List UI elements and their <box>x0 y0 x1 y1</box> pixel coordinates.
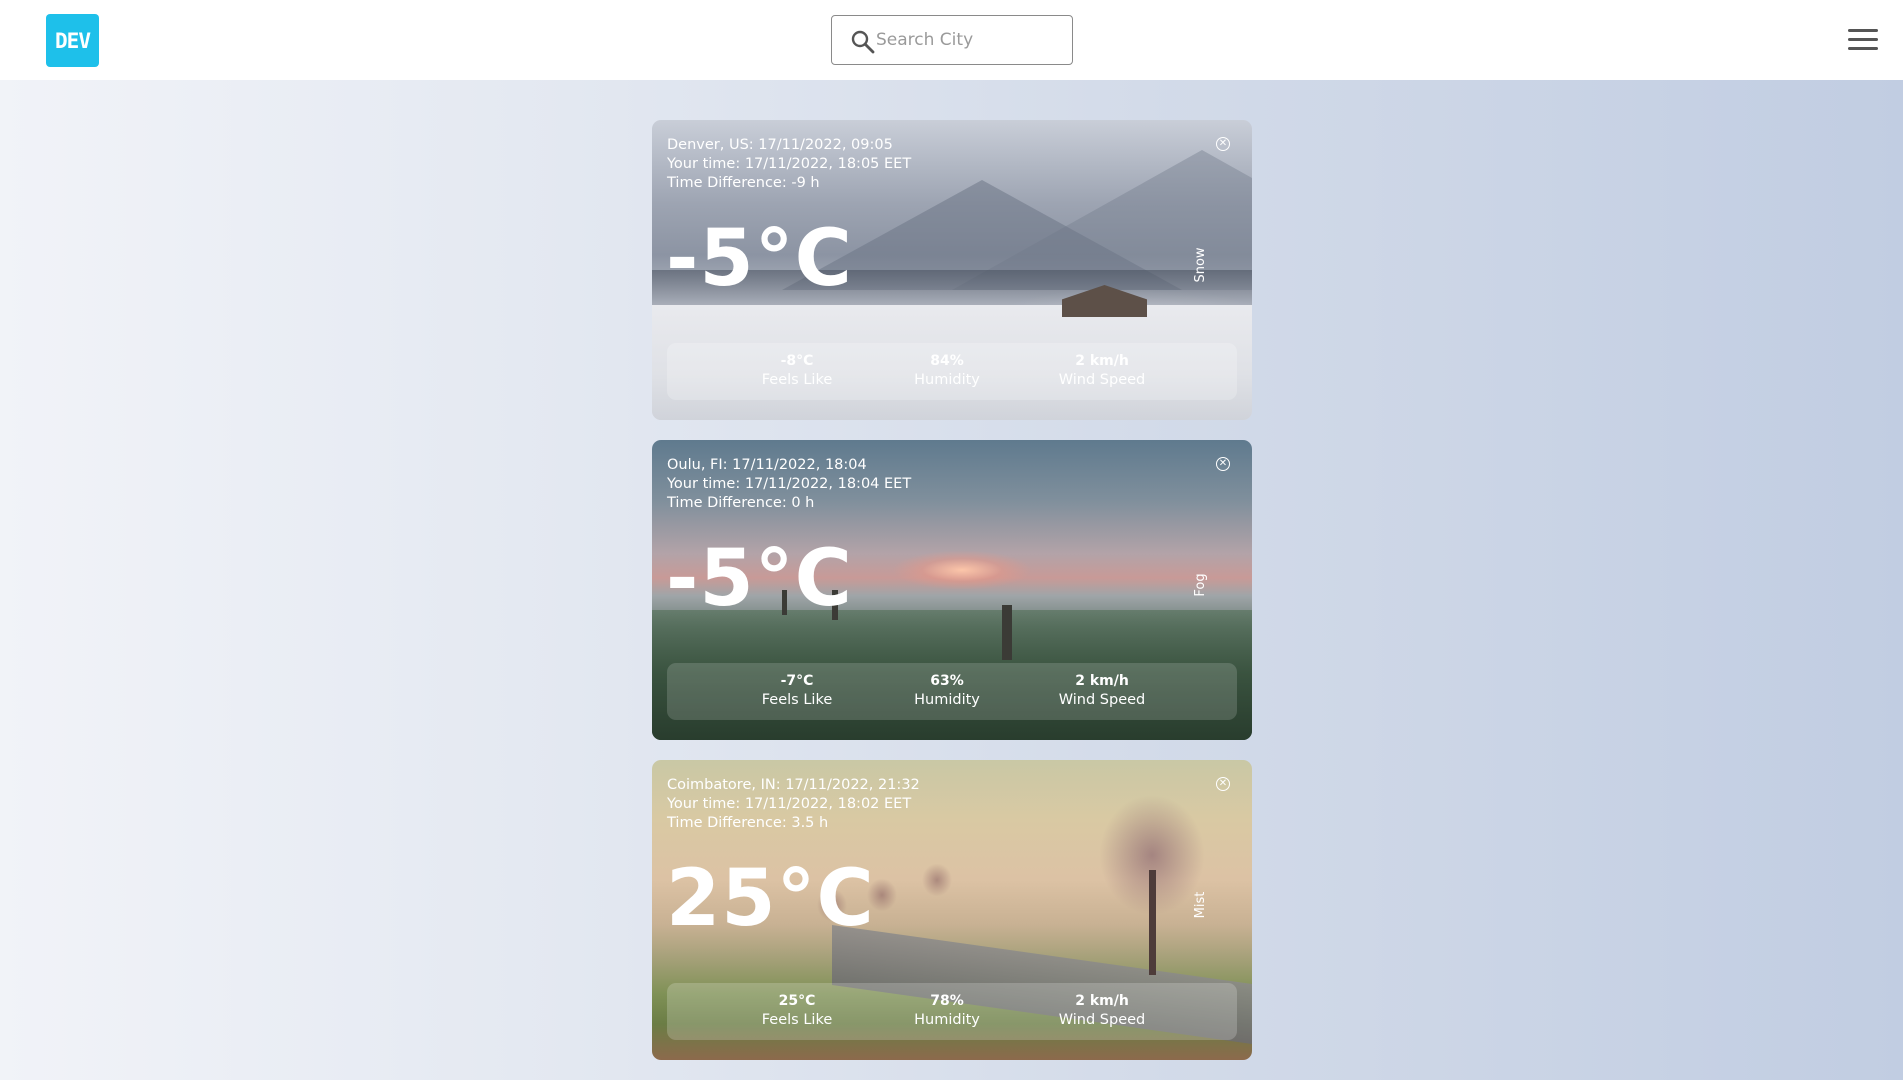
weather-stats-panel: -7°C Feels Like 63% Humidity 2 km/h Wind… <box>667 663 1237 720</box>
weather-condition-label: Mist <box>1193 891 1208 919</box>
feels-like-value: -7°C <box>780 673 814 689</box>
search-city-box[interactable] <box>831 15 1073 65</box>
dev-logo[interactable]: DEV <box>46 14 99 67</box>
wind-speed-stat: 2 km/h Wind Speed <box>1037 992 1167 1030</box>
location-time-info: Oulu, FI: 17/11/2022, 18:04 Your time: 1… <box>667 456 911 513</box>
wind-speed-value: 2 km/h <box>1075 993 1129 1009</box>
feels-like-stat: -8°C Feels Like <box>732 352 862 390</box>
search-city-input[interactable] <box>876 26 1066 54</box>
time-difference: Time Difference: -9 h <box>667 175 820 191</box>
your-time: Your time: 17/11/2022, 18:02 EET <box>667 796 912 812</box>
close-card-icon[interactable]: ✕ <box>1216 777 1230 791</box>
location-time-info: Denver, US: 17/11/2022, 09:05 Your time:… <box>667 136 911 193</box>
weather-stats-panel: 25°C Feels Like 78% Humidity 2 km/h Wind… <box>667 983 1237 1040</box>
humidity-value: 84% <box>930 353 964 369</box>
weather-condition: Fog <box>1192 545 1210 625</box>
humidity-label: Humidity <box>914 1012 980 1028</box>
menu-icon-bar <box>1848 29 1878 32</box>
weather-condition: Snow <box>1192 225 1210 305</box>
time-difference: Time Difference: 0 h <box>667 495 815 511</box>
close-card-icon[interactable]: ✕ <box>1216 457 1230 471</box>
location-datetime: Oulu, FI: 17/11/2022, 18:04 <box>667 457 867 473</box>
wind-speed-stat: 2 km/h Wind Speed <box>1037 672 1167 710</box>
feels-like-label: Feels Like <box>761 372 833 388</box>
humidity-label: Humidity <box>914 372 980 388</box>
humidity-label: Humidity <box>914 692 980 708</box>
weather-card-denver: Denver, US: 17/11/2022, 09:05 Your time:… <box>652 120 1252 420</box>
close-card-icon[interactable]: ✕ <box>1216 137 1230 151</box>
feels-like-value: -8°C <box>780 353 814 369</box>
wind-speed-stat: 2 km/h Wind Speed <box>1037 352 1167 390</box>
feels-like-stat: -7°C Feels Like <box>732 672 862 710</box>
your-time: Your time: 17/11/2022, 18:05 EET <box>667 156 912 172</box>
feels-like-value: 25°C <box>778 993 816 1009</box>
search-icon <box>851 30 875 54</box>
hamburger-menu-icon[interactable] <box>1848 29 1878 51</box>
your-time: Your time: 17/11/2022, 18:04 EET <box>667 476 912 492</box>
wind-speed-value: 2 km/h <box>1075 673 1129 689</box>
feels-like-stat: 25°C Feels Like <box>732 992 862 1030</box>
weather-card-oulu: Oulu, FI: 17/11/2022, 18:04 Your time: 1… <box>652 440 1252 740</box>
wind-speed-label: Wind Speed <box>1058 372 1146 388</box>
feels-like-label: Feels Like <box>761 692 833 708</box>
wind-speed-label: Wind Speed <box>1058 1012 1146 1028</box>
wind-speed-label: Wind Speed <box>1058 692 1146 708</box>
humidity-stat: 78% Humidity <box>882 992 1012 1030</box>
temperature: -5°C <box>666 534 853 624</box>
menu-icon-bar <box>1848 47 1878 50</box>
weather-condition-label: Snow <box>1193 247 1208 283</box>
humidity-stat: 84% Humidity <box>882 352 1012 390</box>
humidity-value: 63% <box>930 673 964 689</box>
humidity-value: 78% <box>930 993 964 1009</box>
weather-condition: Mist <box>1192 865 1210 945</box>
location-datetime: Denver, US: 17/11/2022, 09:05 <box>667 137 893 153</box>
temperature: -5°C <box>666 214 853 304</box>
weather-card-coimbatore: Coimbatore, IN: 17/11/2022, 21:32 Your t… <box>652 760 1252 1060</box>
location-time-info: Coimbatore, IN: 17/11/2022, 21:32 Your t… <box>667 776 920 833</box>
menu-icon-bar <box>1848 38 1878 41</box>
weather-stats-panel: -8°C Feels Like 84% Humidity 2 km/h Wind… <box>667 343 1237 400</box>
location-datetime: Coimbatore, IN: 17/11/2022, 21:32 <box>667 777 920 793</box>
weather-condition-label: Fog <box>1193 573 1208 597</box>
wind-speed-value: 2 km/h <box>1075 353 1129 369</box>
feels-like-label: Feels Like <box>761 1012 833 1028</box>
humidity-stat: 63% Humidity <box>882 672 1012 710</box>
time-difference: Time Difference: 3.5 h <box>667 815 829 831</box>
top-navbar: DEV <box>0 0 1903 80</box>
temperature: 25°C <box>666 854 875 944</box>
